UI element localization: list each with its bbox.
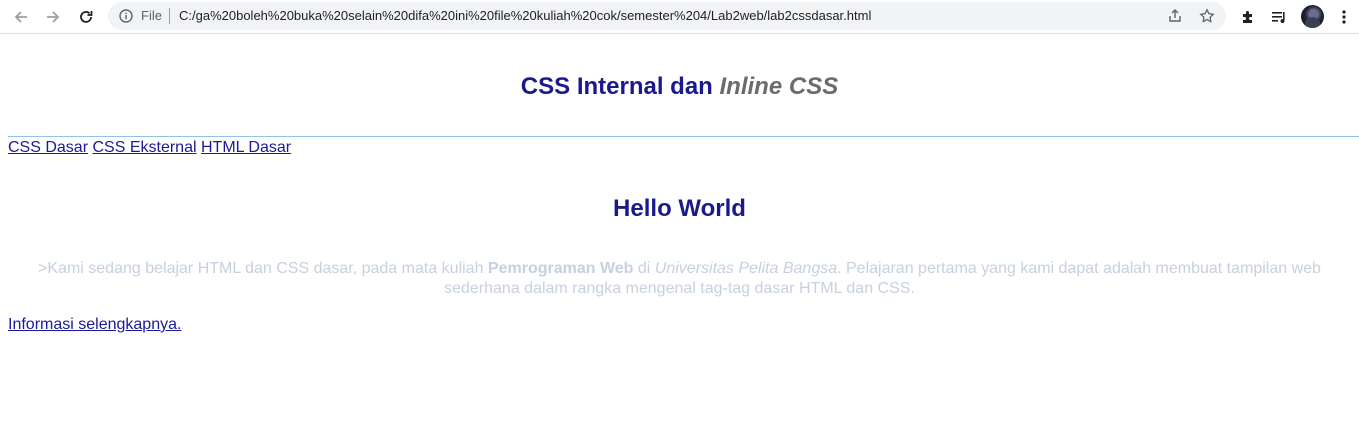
- info-icon[interactable]: [119, 9, 133, 23]
- title-inline-part: Inline CSS: [719, 73, 839, 100]
- reload-button[interactable]: [74, 5, 98, 29]
- hello-heading: Hello World: [613, 195, 746, 222]
- more-info-link[interactable]: Informasi selengkapnya.: [8, 315, 181, 334]
- puzzle-icon: [1243, 11, 1252, 23]
- star-icon[interactable]: [1199, 8, 1215, 24]
- forward-arrow-icon: [47, 11, 60, 23]
- para-course: Pemrograman Web: [487, 260, 634, 277]
- horizontal-rule: [8, 136, 1359, 137]
- profile-avatar[interactable]: [1301, 5, 1324, 28]
- forward-button[interactable]: [41, 5, 65, 29]
- para-part1: >Kami sedang belajar HTML dan CSS dasar,…: [38, 260, 488, 277]
- url-text[interactable]: C:/ga%20boleh%20buka%20selain%20difa%20i…: [179, 8, 871, 24]
- omnibox-separator: [169, 8, 170, 24]
- page-title: CSS Internal dan Inline CSS: [0, 73, 1359, 101]
- media-queue-button[interactable]: [1267, 5, 1291, 29]
- media-queue-icon: [1272, 12, 1285, 23]
- link-css-eksternal[interactable]: CSS Eksternal: [92, 139, 196, 156]
- link-html-dasar[interactable]: HTML Dasar: [201, 139, 291, 156]
- para-part2: di: [633, 260, 655, 277]
- back-button[interactable]: [9, 5, 33, 29]
- extensions-button[interactable]: [1236, 5, 1260, 29]
- para-university: Universitas Pelita Bangsa: [654, 260, 838, 277]
- browser-toolbar: File C:/ga%20boleh%20buka%20selain%20dif…: [0, 0, 1359, 34]
- share-icon[interactable]: [1167, 8, 1183, 24]
- page-content: CSS Internal dan Inline CSS CSS Dasar CS…: [0, 35, 1359, 431]
- back-arrow-icon: [14, 11, 27, 23]
- file-scheme-label: File: [141, 8, 162, 23]
- link-css-dasar[interactable]: CSS Dasar: [8, 139, 88, 156]
- reload-icon: [80, 11, 93, 23]
- nav-links: CSS Dasar CSS Eksternal HTML Dasar: [8, 138, 291, 157]
- title-internal-part: CSS Internal dan: [520, 73, 713, 100]
- address-bar[interactable]: File C:/ga%20boleh%20buka%20selain%20dif…: [108, 2, 1226, 30]
- kebab-menu-icon: [1342, 10, 1346, 24]
- intro-paragraph: >Kami sedang belajar HTML dan CSS dasar,…: [8, 259, 1351, 299]
- browser-menu-button[interactable]: [1332, 5, 1356, 29]
